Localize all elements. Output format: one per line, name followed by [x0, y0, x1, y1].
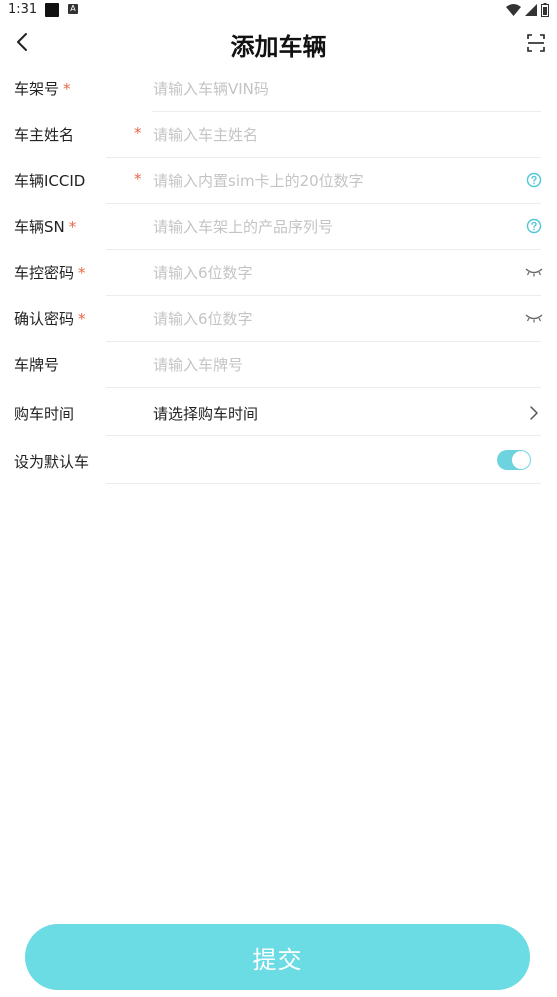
help-circle-icon [526, 172, 542, 188]
divider [106, 483, 541, 484]
control-password-visibility-toggle[interactable] [525, 263, 543, 281]
signal-icon [525, 4, 537, 16]
status-icons [506, 3, 549, 17]
vin-label: 车架号 * [14, 78, 71, 99]
submit-button[interactable]: 提交 [25, 924, 530, 990]
header: 添加车辆 [0, 22, 557, 66]
eye-closed-icon [525, 268, 543, 277]
sn-label-text: 车辆SN [14, 218, 65, 236]
toggle-knob [512, 451, 530, 469]
form-row-confirm-password: 确认密码 * 请输入6位数字 [0, 296, 557, 342]
purchase-date-label: 购车时间 [14, 405, 75, 423]
form-row-control-password: 车控密码 * 请输入6位数字 [0, 250, 557, 296]
notification-icon [45, 3, 59, 17]
add-vehicle-screen: 1:31 A 添加车辆 车架号 * 请输入车辆VIN码 车主姓名 * 请输入车主… [0, 0, 557, 997]
purchase-date-picker[interactable]: 请选择购车时间 [153, 403, 258, 424]
confirm-password-input[interactable]: 请输入6位数字 [153, 308, 253, 329]
iccid-label: 车辆ICCID [14, 172, 86, 190]
owner-name-input[interactable]: 请输入车主姓名 [153, 124, 258, 145]
control-password-input[interactable]: 请输入6位数字 [153, 262, 253, 283]
scan-button[interactable] [523, 30, 549, 56]
form-row-plate: 车牌号 请输入车牌号 [0, 342, 557, 388]
iccid-input[interactable]: 请输入内置sim卡上的20位数字 [153, 170, 364, 191]
plate-input[interactable]: 请输入车牌号 [153, 354, 243, 375]
confirm-password-visibility-toggle[interactable] [525, 309, 543, 327]
required-mark: * [78, 264, 86, 282]
help-circle-icon [526, 218, 542, 234]
page-title: 添加车辆 [230, 33, 327, 61]
vin-label-text: 车架号 [14, 80, 60, 98]
wifi-icon [506, 4, 521, 16]
control-password-label-text: 车控密码 [14, 264, 75, 282]
required-mark: * [134, 124, 142, 142]
battery-icon [541, 3, 549, 17]
form-row-default-vehicle: 设为默认车 [0, 436, 557, 484]
scan-icon [527, 34, 545, 52]
vin-input[interactable]: 请输入车辆VIN码 [153, 78, 269, 99]
default-vehicle-label: 设为默认车 [14, 453, 90, 471]
confirm-password-label-text: 确认密码 [14, 310, 75, 328]
purchase-date-arrow [525, 404, 543, 422]
iccid-help-button[interactable] [525, 171, 543, 189]
required-mark: * [63, 80, 71, 98]
required-mark: * [134, 170, 142, 188]
vehicle-form: 车架号 * 请输入车辆VIN码 车主姓名 * 请输入车主姓名 车辆ICCID * … [0, 66, 557, 484]
required-mark: * [78, 310, 86, 328]
plate-label: 车牌号 [14, 356, 60, 374]
confirm-password-label: 确认密码 * [14, 308, 86, 329]
sn-label: 车辆SN * [14, 216, 76, 237]
default-vehicle-toggle[interactable] [497, 450, 531, 470]
form-row-sn: 车辆SN * 请输入车架上的产品序列号 [0, 204, 557, 250]
sn-input[interactable]: 请输入车架上的产品序列号 [153, 216, 333, 237]
eye-closed-icon [525, 314, 543, 323]
status-time: 1:31 [8, 2, 38, 17]
form-row-vin: 车架号 * 请输入车辆VIN码 [0, 66, 557, 112]
form-row-owner-name: 车主姓名 * 请输入车主姓名 [0, 112, 557, 158]
required-mark: * [68, 218, 77, 236]
chevron-right-icon [530, 406, 538, 420]
sn-help-button[interactable] [525, 217, 543, 235]
form-row-purchase-date[interactable]: 购车时间 请选择购车时间 [0, 388, 557, 436]
owner-name-label: 车主姓名 [14, 126, 75, 144]
status-bar: 1:31 A [0, 0, 557, 22]
control-password-label: 车控密码 * [14, 262, 86, 283]
form-row-iccid: 车辆ICCID * 请输入内置sim卡上的20位数字 [0, 158, 557, 204]
a-badge-icon: A [68, 4, 78, 14]
